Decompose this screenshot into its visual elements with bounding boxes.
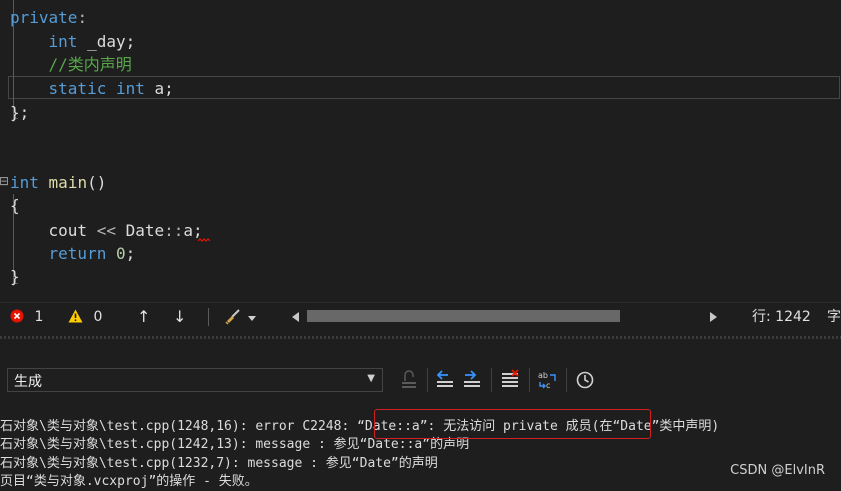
line-position[interactable]: 行: 1242	[752, 308, 811, 326]
collapse-icon[interactable]: ⊟	[0, 174, 9, 188]
code-token: };	[10, 103, 30, 122]
find-message-icon[interactable]	[398, 369, 420, 391]
warning-count-indicator[interactable]: 0	[68, 308, 102, 326]
go-to-previous-message-icon[interactable]	[434, 369, 456, 391]
code-token: //类内声明	[48, 55, 132, 74]
go-to-next-message-icon[interactable]	[461, 369, 483, 391]
code-line[interactable]: //类内声明	[10, 53, 132, 76]
output-line: 石对象\类与对象\test.cpp(1232,7): message : 参见“…	[0, 456, 438, 471]
code-line[interactable]: {	[10, 194, 20, 217]
code-line[interactable]: private:	[10, 6, 87, 29]
code-token: {	[10, 196, 20, 215]
toolbar-divider	[529, 368, 530, 392]
toolbar-divider	[491, 368, 492, 392]
code-token: Date	[115, 221, 165, 240]
code-token: ()	[87, 173, 107, 192]
next-issue-button[interactable]: ↓	[173, 308, 186, 326]
code-line[interactable]: return 0;	[10, 242, 136, 265]
arrow-down-icon: ↓	[173, 307, 187, 326]
code-token: _day;	[77, 32, 136, 51]
code-token: cout	[10, 221, 97, 240]
toggle-word-wrap-icon[interactable]: ab c	[536, 369, 558, 391]
code-token: int	[10, 173, 39, 192]
output-source-label: 生成	[14, 374, 42, 390]
code-line[interactable]: int _day;	[10, 30, 136, 53]
warning-icon	[68, 309, 83, 323]
error-icon	[10, 309, 24, 323]
code-token: return	[48, 244, 107, 263]
code-line[interactable]: cout << Date::a;	[10, 219, 203, 242]
code-token: private	[10, 8, 78, 27]
warning-count: 0	[93, 309, 103, 325]
code-token: :	[77, 8, 88, 27]
column-position[interactable]: 字	[827, 308, 841, 326]
error-highlight-box	[374, 409, 651, 439]
output-source-select[interactable]: 生成 ▼	[7, 368, 383, 392]
clear-all-icon[interactable]	[499, 369, 521, 391]
code-token: int	[115, 79, 145, 98]
chevron-down-icon	[248, 316, 257, 321]
code-token: int	[48, 32, 78, 51]
error-count: 1	[34, 309, 44, 325]
code-token: a;	[144, 79, 174, 98]
error-squiggle	[198, 238, 210, 242]
code-token: static	[48, 79, 107, 98]
output-line: 页目“类与对象.vcxproj”的操作 - 失败。	[0, 474, 258, 489]
code-token: 0	[115, 244, 126, 263]
error-count-indicator[interactable]: 1	[10, 308, 43, 326]
code-token: <<	[96, 221, 116, 240]
code-editor[interactable]: private: int _day; //类内声明 static int a; …	[0, 0, 841, 302]
broom-icon	[225, 309, 240, 325]
arrow-up-icon: ↑	[137, 307, 151, 326]
watermark: CSDN @ElvInR	[730, 463, 825, 478]
svg-text:c: c	[546, 381, 550, 390]
svg-text:ab: ab	[538, 371, 548, 380]
code-line[interactable]: }	[10, 265, 20, 288]
scroll-right-icon[interactable]	[710, 312, 717, 322]
horizontal-scrollbar-thumb[interactable]	[307, 310, 620, 322]
scroll-left-icon[interactable]	[292, 312, 299, 322]
chevron-down-icon: ▼	[367, 373, 375, 384]
code-token: main	[48, 173, 88, 192]
code-token: ;	[125, 244, 136, 263]
code-line[interactable]: static int a;	[10, 77, 174, 100]
status-divider	[208, 308, 209, 326]
clock-icon[interactable]	[574, 369, 596, 391]
code-line[interactable]: int main()	[10, 171, 106, 194]
previous-issue-button[interactable]: ↑	[137, 308, 150, 326]
code-cleanup-button[interactable]	[224, 308, 257, 326]
code-line[interactable]: };	[10, 101, 29, 124]
panel-splitter[interactable]	[0, 336, 841, 339]
toolbar-divider	[566, 368, 567, 392]
code-token: ::	[164, 221, 184, 240]
code-token: }	[10, 267, 20, 286]
toolbar-divider	[427, 368, 428, 392]
